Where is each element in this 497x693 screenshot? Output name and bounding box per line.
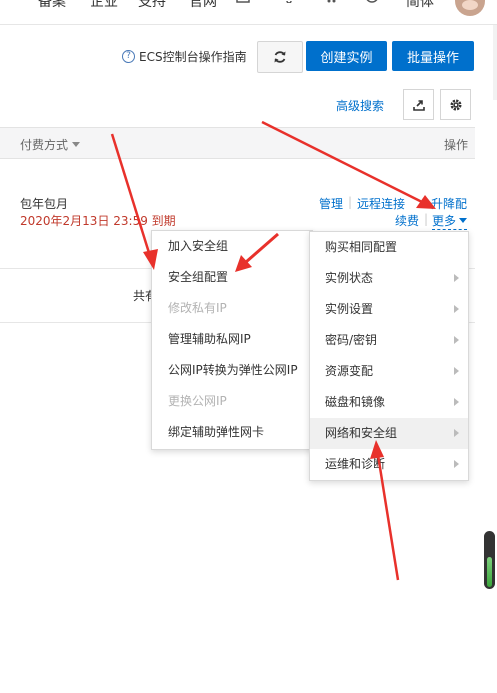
menu-item-label: 实例设置: [325, 302, 374, 316]
menu-item-buy-same-config[interactable]: 购买相同配置: [310, 232, 468, 263]
nav-item-support[interactable]: 支持: [138, 0, 166, 11]
chevron-right-icon: [454, 367, 459, 375]
chevron-down-icon: [72, 142, 81, 147]
menu-item-network-security-group[interactable]: 网络和安全组: [310, 418, 468, 449]
action-divider: |: [424, 212, 429, 226]
more-label: 更多: [432, 214, 457, 228]
menu-item-label: 磁盘和镜像: [325, 395, 386, 409]
guide-label: ECS控制台操作指南: [139, 50, 247, 64]
message-icon[interactable]: [236, 0, 250, 7]
more-dropdown-link[interactable]: 更多: [432, 212, 468, 230]
menu-item-instance-status[interactable]: 实例状态: [310, 263, 468, 294]
top-navbar: 备案 企业 支持 官网 简体: [0, 0, 497, 25]
ecs-guide-link[interactable]: ? ECS控制台操作指南: [122, 48, 247, 65]
network-security-submenu: 加入安全组 安全组配置 修改私有IP 管理辅助私网IP 公网IP转换为弹性公网I…: [151, 230, 313, 450]
nav-item-beian[interactable]: 备案: [38, 0, 66, 11]
batch-operation-button[interactable]: 批量操作: [392, 41, 474, 71]
menu-item-label: 资源变配: [325, 364, 374, 378]
operation-column-header: 操作: [444, 138, 469, 152]
chevron-down-icon: [459, 218, 468, 223]
advanced-search-link[interactable]: 高级搜索: [336, 97, 384, 114]
refresh-icon: [274, 51, 286, 63]
menu-item-modify-private-ip[interactable]: 修改私有IP: [152, 293, 312, 324]
expire-time-cell: 2020年2月13日 23:59 到期: [20, 214, 176, 228]
create-instance-button[interactable]: 创建实例: [306, 41, 387, 71]
settings-button[interactable]: [440, 89, 471, 120]
manage-link[interactable]: 管理: [319, 195, 343, 212]
menu-item-manage-secondary-private-ip[interactable]: 管理辅助私网IP: [152, 324, 312, 355]
table-header: 付费方式 操作: [0, 127, 475, 159]
cart-icon[interactable]: [324, 0, 340, 7]
chevron-right-icon: [454, 274, 459, 282]
nav-item-official-site[interactable]: 官网: [189, 0, 217, 11]
menu-item-label: 密码/密钥: [325, 333, 378, 347]
pay-type-header-label: 付费方式: [20, 138, 69, 152]
help-circle-icon[interactable]: [365, 0, 379, 7]
gear-icon: [450, 99, 461, 110]
menu-item-bind-secondary-eni[interactable]: 绑定辅助弹性网卡: [152, 417, 312, 448]
avatar[interactable]: [455, 0, 485, 16]
remote-connect-link[interactable]: 远程连接: [357, 195, 405, 212]
export-icon: [412, 99, 425, 111]
question-icon: ?: [122, 50, 135, 63]
menu-item-label: 实例状态: [325, 271, 374, 285]
menu-item-label: 网络和安全组: [325, 426, 398, 440]
chevron-right-icon: [454, 336, 459, 344]
menu-item-label: 购买相同配置: [325, 240, 398, 254]
scrollbar[interactable]: [484, 531, 495, 589]
menu-item-security-group-config[interactable]: 安全组配置: [152, 262, 312, 293]
menu-item-convert-to-eip[interactable]: 公网IP转换为弹性公网IP: [152, 355, 312, 386]
chevron-right-icon: [454, 305, 459, 313]
menu-item-ops-diagnosis[interactable]: 运维和诊断: [310, 449, 468, 480]
bell-icon[interactable]: [282, 0, 296, 7]
menu-item-label: 运维和诊断: [325, 457, 386, 471]
pay-type-cell: 包年包月: [20, 197, 69, 211]
menu-item-instance-settings[interactable]: 实例设置: [310, 294, 468, 325]
refresh-button[interactable]: [257, 41, 303, 73]
menu-item-join-security-group[interactable]: 加入安全组: [152, 231, 312, 262]
action-divider: |: [348, 195, 353, 209]
renew-link[interactable]: 续费: [395, 212, 419, 229]
menu-item-disk-image[interactable]: 磁盘和镜像: [310, 387, 468, 418]
more-actions-menu: 购买相同配置 实例状态 实例设置 密码/密钥 资源变配 磁盘和镜像 网络和安全组…: [309, 231, 469, 481]
menu-item-resource-change[interactable]: 资源变配: [310, 356, 468, 387]
language-switch[interactable]: 简体: [406, 0, 434, 11]
chevron-right-icon: [454, 398, 459, 406]
menu-item-change-public-ip[interactable]: 更换公网IP: [152, 386, 312, 417]
export-button[interactable]: [403, 89, 434, 120]
upgrade-link[interactable]: 升降配: [431, 195, 467, 212]
pay-type-column-header[interactable]: 付费方式: [20, 136, 81, 153]
chevron-right-icon: [454, 460, 459, 468]
nav-item-enterprise[interactable]: 企业: [90, 0, 118, 11]
menu-item-password-key[interactable]: 密码/密钥: [310, 325, 468, 356]
chevron-right-icon: [454, 429, 459, 437]
